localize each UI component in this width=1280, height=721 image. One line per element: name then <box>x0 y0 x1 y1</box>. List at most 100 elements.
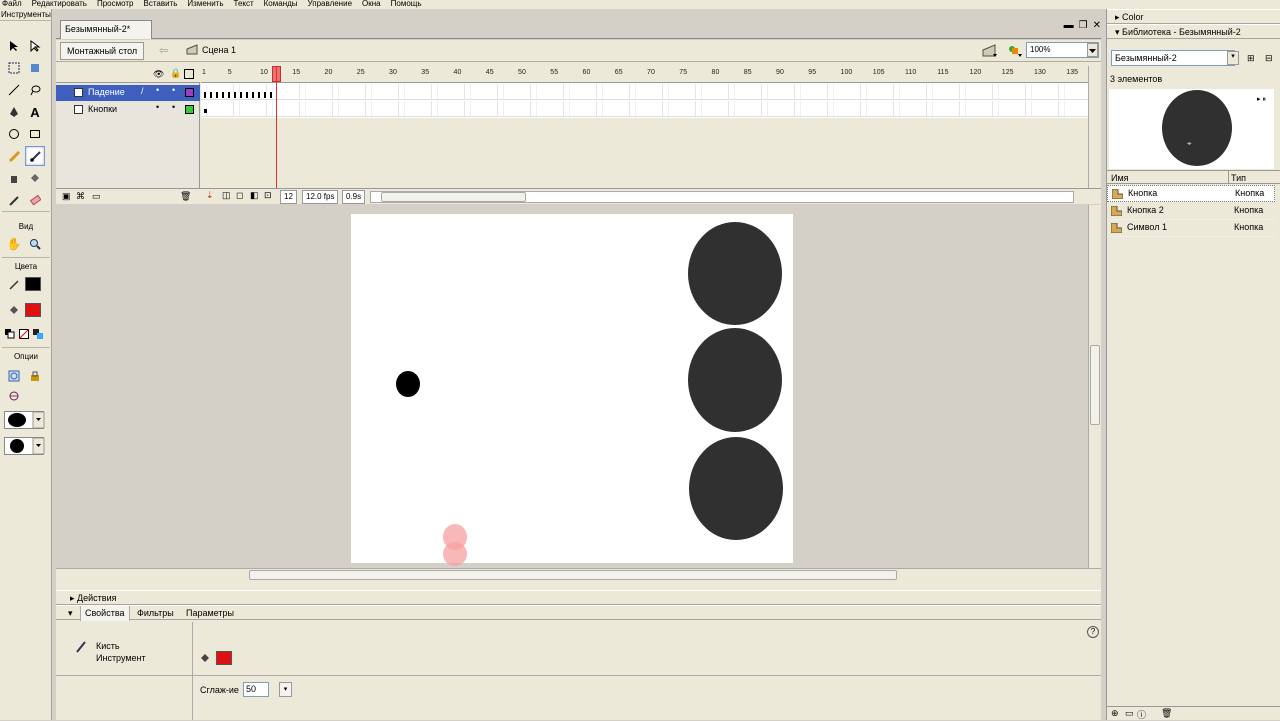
menu-insert[interactable]: Вставить <box>143 0 177 9</box>
library-document-select[interactable]: Безымянный-2 <box>1111 50 1235 66</box>
brush-mode-icon[interactable] <box>4 386 24 406</box>
frames-grid[interactable]: 1 5 10 15 20 25 30 35 40 45 50 55 60 65 70 75 80 85 90 95 10… <box>201 66 1088 188</box>
subselection-tool-icon[interactable] <box>25 36 45 56</box>
zoom-tool-icon[interactable] <box>25 234 45 254</box>
onion-outline-icon[interactable]: ◻ <box>236 190 243 201</box>
swap-colors-icon[interactable] <box>31 324 45 344</box>
menu-window[interactable]: Окна <box>362 0 381 9</box>
menu-commands[interactable]: Команды <box>264 0 298 9</box>
delete-icon[interactable]: 🗑 <box>1161 708 1172 719</box>
back-arrow-icon[interactable]: ⇦ <box>159 44 168 57</box>
preview-controls-icon[interactable]: ▸ ⏸ <box>1257 95 1266 104</box>
ink-bottle-tool-icon[interactable] <box>4 168 24 188</box>
selection-tool-icon[interactable] <box>4 36 24 56</box>
restore-icon[interactable]: ❐ <box>1079 20 1088 31</box>
layer-color-swatch[interactable] <box>185 105 194 114</box>
minimize-icon[interactable]: ▬ <box>1064 20 1074 31</box>
hand-tool-icon[interactable]: ✋ <box>4 234 24 254</box>
tab-properties[interactable]: Свойства <box>80 606 130 621</box>
tab-filters[interactable]: Фильтры <box>133 606 178 621</box>
ball-shape[interactable] <box>396 371 420 397</box>
outline-icon[interactable] <box>184 69 194 79</box>
stage-button[interactable]: Монтажный стол <box>60 42 145 60</box>
brush-size-select[interactable] <box>4 411 45 429</box>
line-tool-icon[interactable] <box>4 80 24 100</box>
eye-icon[interactable]: 👁 <box>153 69 164 80</box>
menu-help[interactable]: Помощь <box>391 0 422 9</box>
new-library-icon[interactable]: ⊟ <box>1265 53 1273 64</box>
help-icon[interactable]: ? <box>1087 626 1099 638</box>
stroke-color-swatch[interactable] <box>25 277 41 291</box>
frame-rate[interactable]: 12.0 fps <box>302 190 339 204</box>
paint-bucket-tool-icon[interactable] <box>25 168 45 188</box>
edit-multiple-icon[interactable]: ◧ <box>250 190 259 201</box>
fill-color-swatch[interactable] <box>25 303 41 317</box>
tab-parameters[interactable]: Параметры <box>182 606 238 621</box>
frame-ruler[interactable]: 1 5 10 15 20 25 30 35 40 45 50 55 60 65 70 75 80 85 90 95 10… <box>201 66 1088 83</box>
scroll-thumb[interactable] <box>381 192 526 202</box>
pen-tool-icon[interactable] <box>4 102 24 122</box>
object-drawing-icon[interactable] <box>4 366 24 386</box>
menu-text[interactable]: Текст <box>234 0 254 9</box>
onion-markers-icon[interactable]: ⊡ <box>264 190 272 201</box>
menu-view[interactable]: Просмотр <box>97 0 134 9</box>
layer-row-fall[interactable]: Падение / • • <box>56 85 200 101</box>
library-item[interactable]: Кнопка 2 Кнопка <box>1107 203 1275 220</box>
frame-row-fall[interactable] <box>201 84 1088 100</box>
pencil-tool-icon[interactable] <box>4 146 24 166</box>
close-icon[interactable]: ✕ <box>1093 20 1101 31</box>
text-tool-icon[interactable]: A <box>25 102 45 122</box>
new-symbol-icon[interactable]: ⊕ <box>1111 708 1119 719</box>
menu-file[interactable]: Файл <box>2 0 22 9</box>
smoothing-dropdown-icon[interactable]: ▾ <box>279 682 292 697</box>
add-layer-icon[interactable]: ▣ <box>62 191 71 202</box>
button-circle[interactable] <box>688 328 782 432</box>
lock-icon[interactable]: 🔒 <box>170 68 181 79</box>
color-panel-header[interactable]: ▸ Color <box>1107 9 1280 24</box>
fill-color-swatch[interactable] <box>216 651 232 665</box>
zoom-dropdown-icon[interactable] <box>1087 43 1098 57</box>
library-item[interactable]: Символ 1 Кнопка <box>1107 220 1275 237</box>
brush-shape-select[interactable] <box>4 437 45 455</box>
stage-hscrollbar[interactable] <box>56 568 1101 582</box>
actions-panel-header[interactable]: ▸ Действия <box>56 590 1101 605</box>
fill-transform-tool-icon[interactable] <box>25 58 45 78</box>
timeline-vscrollbar[interactable] <box>1088 66 1101 188</box>
layer-color-swatch[interactable] <box>185 88 194 97</box>
layer-row-buttons[interactable]: Кнопки • • <box>56 102 200 118</box>
menu-modify[interactable]: Изменить <box>187 0 223 9</box>
menu-edit[interactable]: Редактировать <box>32 0 87 9</box>
no-color-icon[interactable] <box>17 324 31 344</box>
default-colors-icon[interactable] <box>3 324 17 344</box>
frame-row-buttons[interactable] <box>201 101 1088 117</box>
button-circle[interactable] <box>688 222 782 325</box>
library-select-dropdown-icon[interactable]: ▾ <box>1227 51 1239 65</box>
stage-vscrollbar[interactable] <box>1088 205 1101 568</box>
add-guide-icon[interactable]: ⌘ <box>76 191 85 202</box>
properties-icon[interactable]: ⓘ <box>1137 708 1146 721</box>
library-panel-header[interactable]: ▾ Библиотека - Безымянный-2 <box>1107 24 1280 39</box>
oval-tool-icon[interactable] <box>4 124 24 144</box>
free-transform-tool-icon[interactable] <box>4 58 24 78</box>
edit-symbols-icon[interactable] <box>1006 42 1022 60</box>
button-circle[interactable] <box>689 437 783 540</box>
document-tab[interactable]: Безымянный-2* <box>60 20 152 39</box>
delete-layer-icon[interactable]: 🗑 <box>180 191 191 202</box>
scroll-thumb[interactable] <box>249 570 897 580</box>
library-item[interactable]: Кнопка Кнопка <box>1107 185 1275 202</box>
stage-canvas[interactable] <box>351 214 793 566</box>
onion-skin-icon[interactable]: ◫ <box>222 190 231 201</box>
lock-fill-icon[interactable] <box>25 366 45 386</box>
menu-control[interactable]: Управление <box>308 0 352 9</box>
column-name[interactable]: Имя <box>1111 173 1129 183</box>
brush-tool-icon[interactable] <box>25 146 45 166</box>
scroll-thumb[interactable] <box>1090 345 1100 425</box>
collapse-arrow-icon[interactable]: ▾ <box>68 608 73 619</box>
lasso-tool-icon[interactable] <box>25 80 45 100</box>
center-frame-icon[interactable]: ⇣ <box>206 190 214 201</box>
smoothing-input[interactable]: 50 <box>243 682 269 697</box>
new-folder-icon[interactable]: ▭ <box>1125 708 1134 719</box>
rectangle-tool-icon[interactable] <box>25 124 45 144</box>
eyedropper-tool-icon[interactable] <box>4 190 24 210</box>
pin-library-icon[interactable]: ⊞ <box>1247 53 1255 64</box>
